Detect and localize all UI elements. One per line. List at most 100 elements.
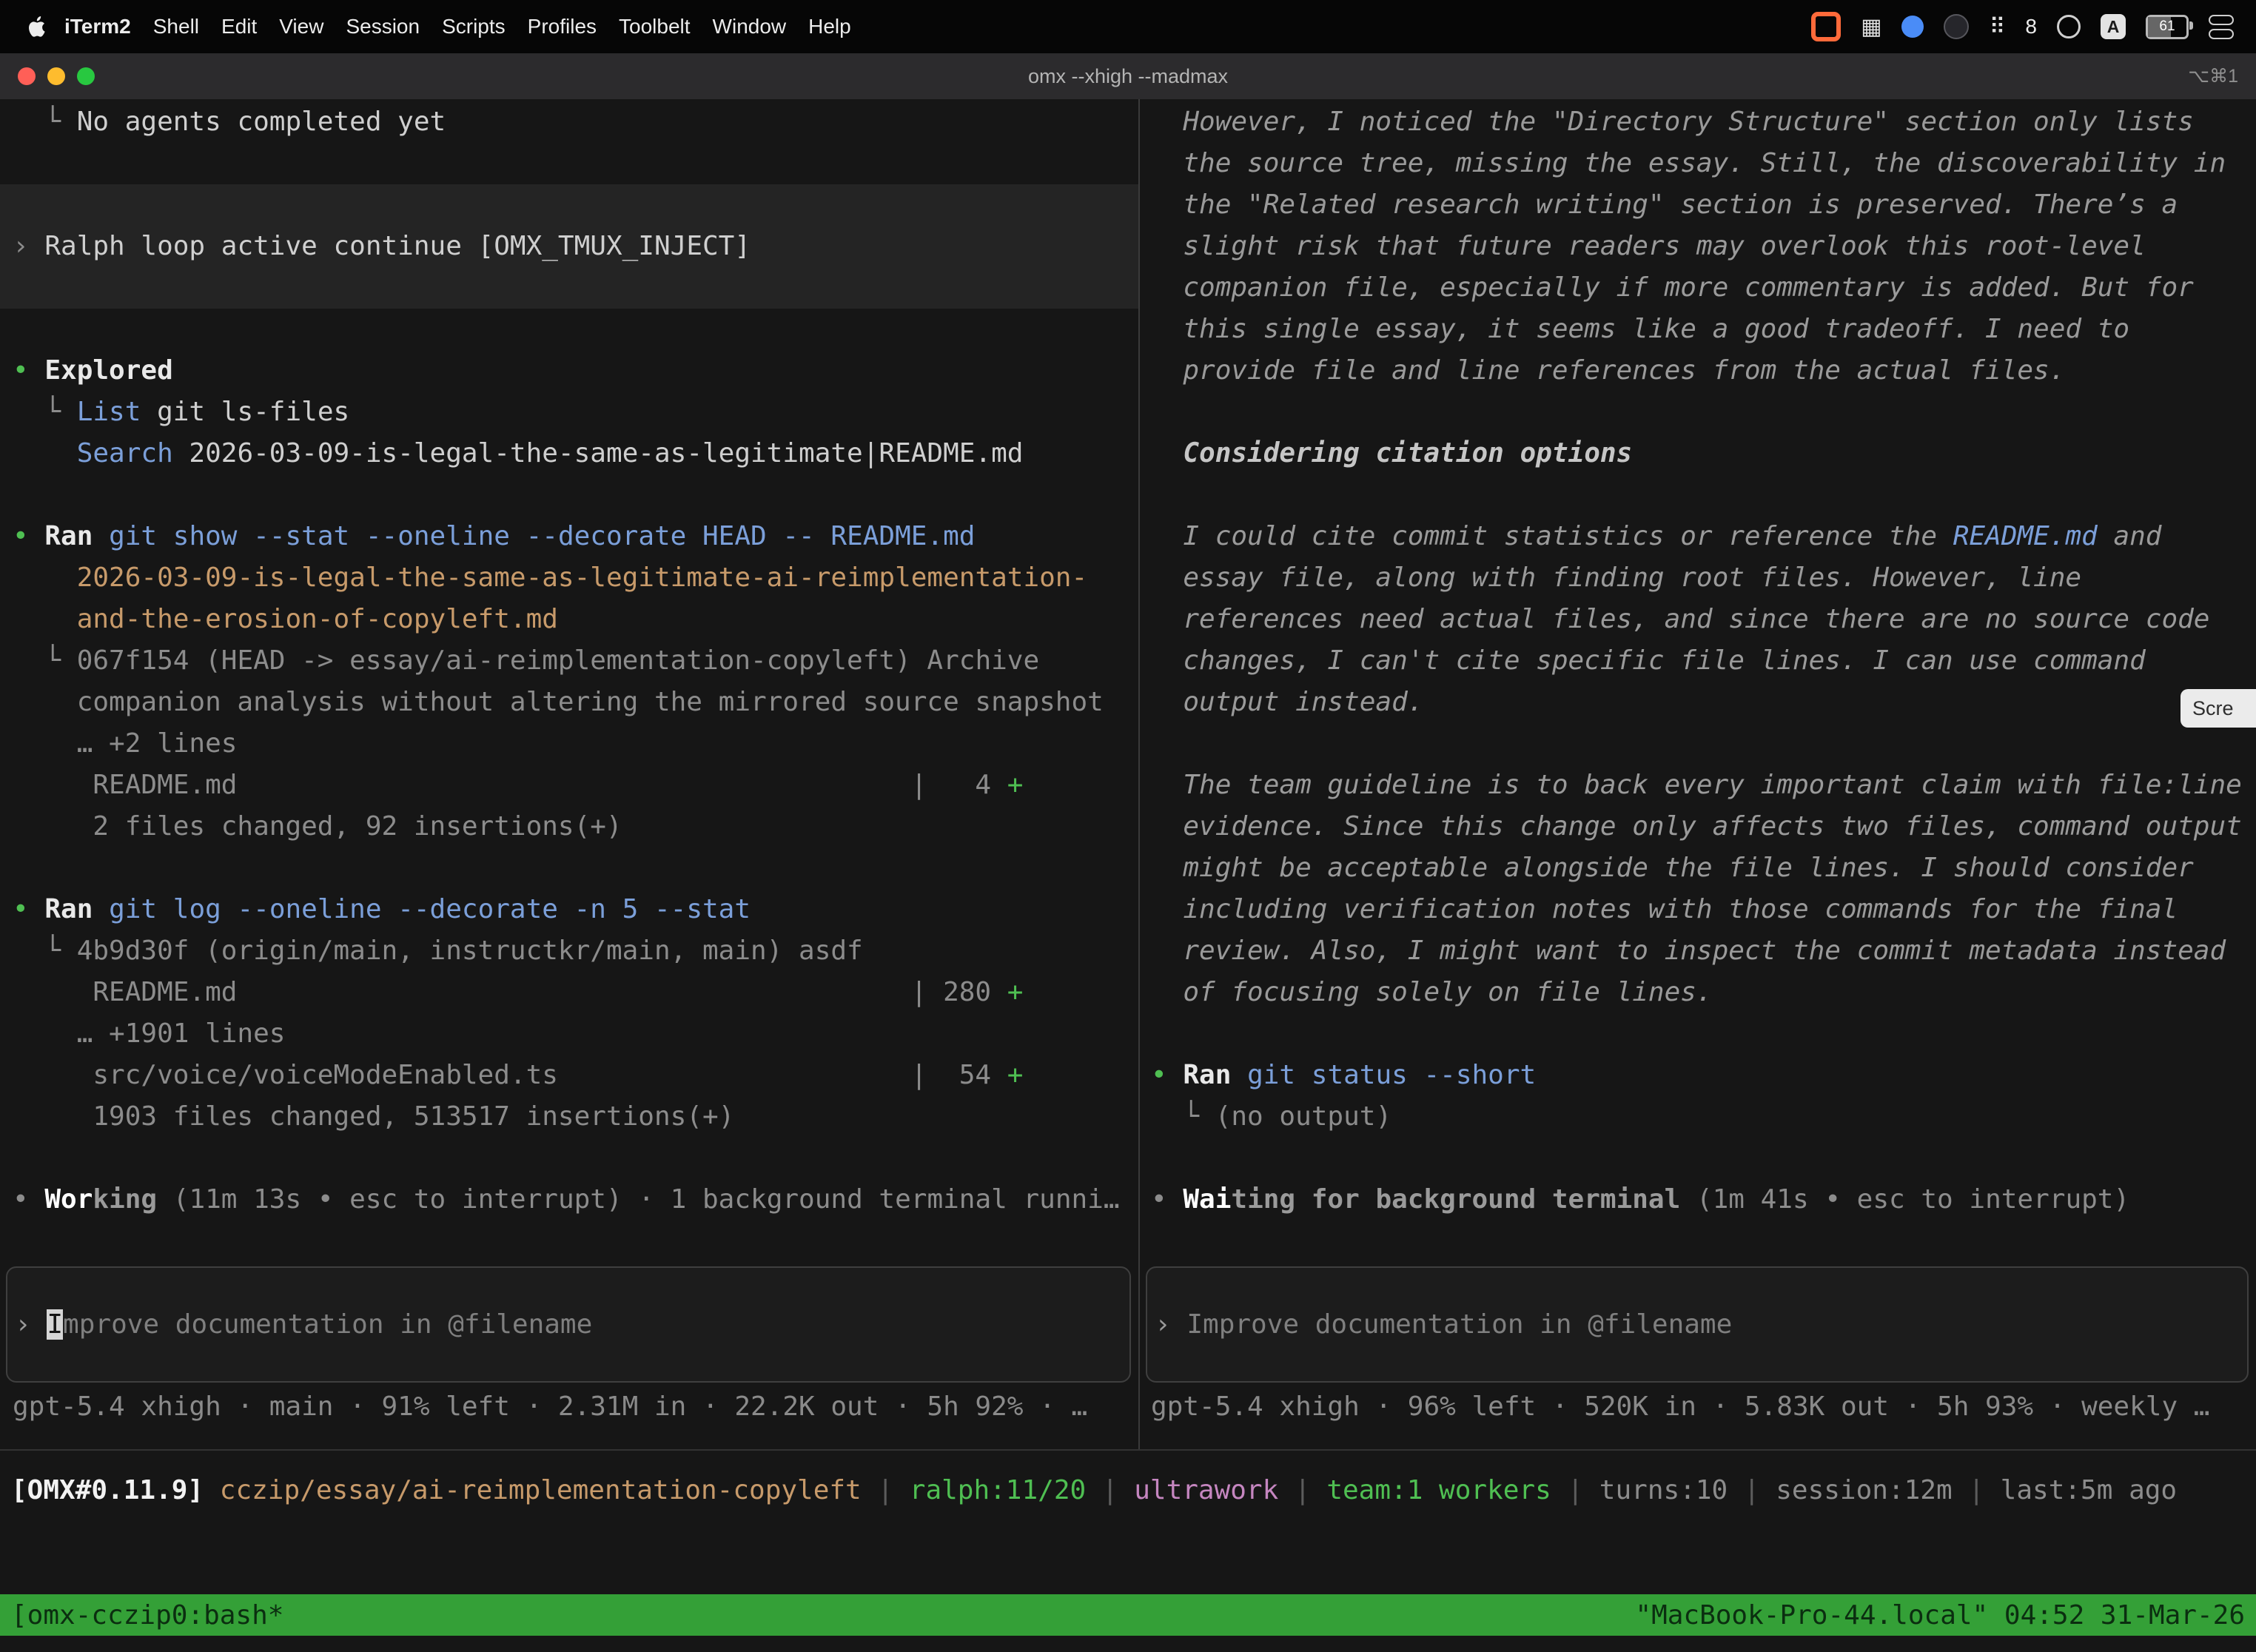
terminal-pane-left[interactable]: └ No agents completed yet › Ralph loop ac… xyxy=(0,99,1138,1449)
terminal-line: [OMX#0.11.9] cczip/essay/ai-reimplementa… xyxy=(0,1470,2256,1511)
terminal-line xyxy=(0,847,1138,889)
zoom-button[interactable] xyxy=(77,67,95,85)
circular-app-icon[interactable] xyxy=(2057,15,2081,38)
terminal-line: references need actual files, and since … xyxy=(1140,599,2256,640)
terminal-line: essay file, along with finding root file… xyxy=(1140,557,2256,599)
terminal-line: evidence. Since this change only affects… xyxy=(1140,806,2256,847)
menu-bar: iTerm2 Shell Edit View Session Scripts P… xyxy=(0,0,2256,53)
dots-grid-icon[interactable]: ⠿ xyxy=(1989,14,2005,40)
close-button[interactable] xyxy=(18,67,36,85)
screen-recording-indicator-icon[interactable] xyxy=(1811,12,1841,41)
text-cursor: I xyxy=(47,1309,63,1340)
tmux-status-bar: [omx-cczip0:bash* "MacBook-Pro-44.local"… xyxy=(0,1594,2256,1636)
terminal-line xyxy=(0,267,1138,309)
menu-item-view[interactable]: View xyxy=(268,15,335,38)
terminal-line: src/voice/voiceModeEnabled.ts | 54 + xyxy=(0,1055,1138,1096)
terminal-line: 2026-03-09-is-legal-the-same-as-legitima… xyxy=(0,557,1138,599)
terminal-line: … +2 lines xyxy=(0,723,1138,765)
grid-app-icon[interactable]: ▦ xyxy=(1861,14,1881,40)
battery-percent: 61 xyxy=(2159,19,2175,35)
terminal-line: 2 files changed, 92 insertions(+) xyxy=(0,806,1138,847)
session-status-right: gpt-5.4 xhigh · 96% left · 520K in · 5.8… xyxy=(1140,1386,2256,1428)
session-status-left: gpt-5.4 xhigh · main · 91% left · 2.31M … xyxy=(0,1386,1138,1428)
terminal-line: changes, I can't cite specific file line… xyxy=(1140,640,2256,682)
terminal-pane-right[interactable]: However, I noticed the "Directory Struct… xyxy=(1140,99,2256,1449)
prompt-input-left[interactable]: › Improve documentation in @filename xyxy=(6,1266,1131,1383)
terminal-line: this single essay, it seems like a good … xyxy=(1140,309,2256,350)
terminal-line: I could cite commit statistics or refere… xyxy=(1140,516,2256,557)
terminal-line: including verification notes with those … xyxy=(1140,889,2256,930)
window-title: omx --xhigh --madmax xyxy=(0,65,2256,88)
menu-item-shell[interactable]: Shell xyxy=(142,15,210,38)
terminal-line: 1903 files changed, 513517 insertions(+) xyxy=(0,1096,1138,1138)
terminal-line: └ 4b9d30f (origin/main, instructkr/main,… xyxy=(0,930,1138,972)
terminal-line xyxy=(1140,1013,2256,1055)
tmux-session-label: [omx-cczip0:bash* xyxy=(11,1600,283,1631)
terminal-line: companion analysis without altering the … xyxy=(0,682,1138,723)
terminal-line: … +1901 lines xyxy=(0,1013,1138,1055)
window-title-bar: omx --xhigh --madmax ⌥⌘1 xyxy=(0,53,2256,101)
menu-item-help[interactable]: Help xyxy=(797,15,862,38)
terminal-line: └ No agents completed yet xyxy=(0,101,1138,143)
terminal-line: Search 2026-03-09-is-legal-the-same-as-l… xyxy=(0,433,1138,474)
minimize-button[interactable] xyxy=(47,67,65,85)
dark-app-icon[interactable] xyxy=(1944,14,1969,39)
screen: iTerm2 Shell Edit View Session Scripts P… xyxy=(0,0,2256,1652)
terminal-line: companion file, especially if more comme… xyxy=(1140,267,2256,309)
window-shortcut-label: ⌥⌘1 xyxy=(2188,65,2256,87)
menu-item-toolbelt[interactable]: Toolbelt xyxy=(608,15,702,38)
menu-item-profiles[interactable]: Profiles xyxy=(517,15,608,38)
omx-status-line: [OMX#0.11.9] cczip/essay/ai-reimplementa… xyxy=(0,1470,2256,1511)
terminal-line xyxy=(1140,474,2256,516)
terminal-line: └ List git ls-files xyxy=(0,392,1138,433)
terminal-line: might be acceptable alongside the file l… xyxy=(1140,847,2256,889)
menu-status-icons: ▦ ⠿ 8 A 61 xyxy=(1811,12,2256,41)
terminal-line xyxy=(0,474,1138,516)
terminal: └ No agents completed yet › Ralph loop ac… xyxy=(0,99,2256,1652)
terminal-line xyxy=(0,143,1138,184)
terminal-line: Considering citation options xyxy=(1140,433,2256,474)
menu-item-window[interactable]: Window xyxy=(702,15,798,38)
prompt-input-right[interactable]: › Improve documentation in @filename xyxy=(1146,1266,2249,1383)
number-8-icon[interactable]: 8 xyxy=(2025,15,2037,38)
pane-left-output: └ No agents completed yet › Ralph loop ac… xyxy=(0,99,1138,1220)
terminal-line xyxy=(1140,723,2256,765)
tmux-host-clock-label: "MacBook-Pro-44.local" 04:52 31-Mar-26 xyxy=(1635,1600,2245,1631)
apple-menu-icon[interactable] xyxy=(27,16,46,38)
input-source-icon[interactable]: A xyxy=(2101,14,2126,39)
traffic-lights xyxy=(0,67,95,85)
prompt-chevron: › xyxy=(15,1309,47,1340)
terminal-line: README.md | 280 + xyxy=(0,972,1138,1013)
terminal-line: • Working (11m 13s • esc to interrupt) ·… xyxy=(0,1179,1138,1220)
terminal-line: • Ran git show --stat --oneline --decora… xyxy=(0,516,1138,557)
menu-item-edit[interactable]: Edit xyxy=(210,15,268,38)
menu-item-scripts[interactable]: Scripts xyxy=(431,15,517,38)
terminal-line: └ (no output) xyxy=(1140,1096,2256,1138)
edge-tooltip[interactable]: Scre xyxy=(2181,689,2256,728)
blue-app-icon[interactable] xyxy=(1901,16,1924,38)
terminal-line: • Ran git status --short xyxy=(1140,1055,2256,1096)
terminal-line: › Ralph loop active continue [OMX_TMUX_I… xyxy=(0,226,1138,267)
menu-item-iterm2[interactable]: iTerm2 xyxy=(53,15,142,38)
terminal-line: • Waiting for background terminal (1m 41… xyxy=(1140,1179,2256,1220)
footer-separator xyxy=(0,1449,2256,1451)
terminal-line: the source tree, missing the essay. Stil… xyxy=(1140,143,2256,184)
terminal-line xyxy=(0,184,1138,226)
terminal-line: of focusing solely on file lines. xyxy=(1140,972,2256,1013)
terminal-line: output instead. xyxy=(1140,682,2256,723)
pane-right-output: However, I noticed the "Directory Struct… xyxy=(1140,99,2256,1220)
terminal-line: └ 067f154 (HEAD -> essay/ai-reimplementa… xyxy=(0,640,1138,682)
terminal-line: However, I noticed the "Directory Struct… xyxy=(1140,101,2256,143)
battery-icon[interactable]: 61 xyxy=(2146,15,2189,39)
terminal-line xyxy=(0,1138,1138,1179)
prompt-placeholder: mprove documentation in @filename xyxy=(63,1309,592,1340)
prompt-placeholder: Improve documentation in @filename xyxy=(1186,1309,1732,1340)
terminal-line: the "Related research writing" section i… xyxy=(1140,184,2256,226)
menu-item-session[interactable]: Session xyxy=(335,15,431,38)
terminal-line: review. Also, I might want to inspect th… xyxy=(1140,930,2256,972)
control-center-icon[interactable] xyxy=(2209,15,2234,39)
terminal-line: The team guideline is to back every impo… xyxy=(1140,765,2256,806)
terminal-line: and-the-erosion-of-copyleft.md xyxy=(0,599,1138,640)
prompt-chevron: › xyxy=(1155,1309,1186,1340)
terminal-line: • Explored xyxy=(0,350,1138,392)
